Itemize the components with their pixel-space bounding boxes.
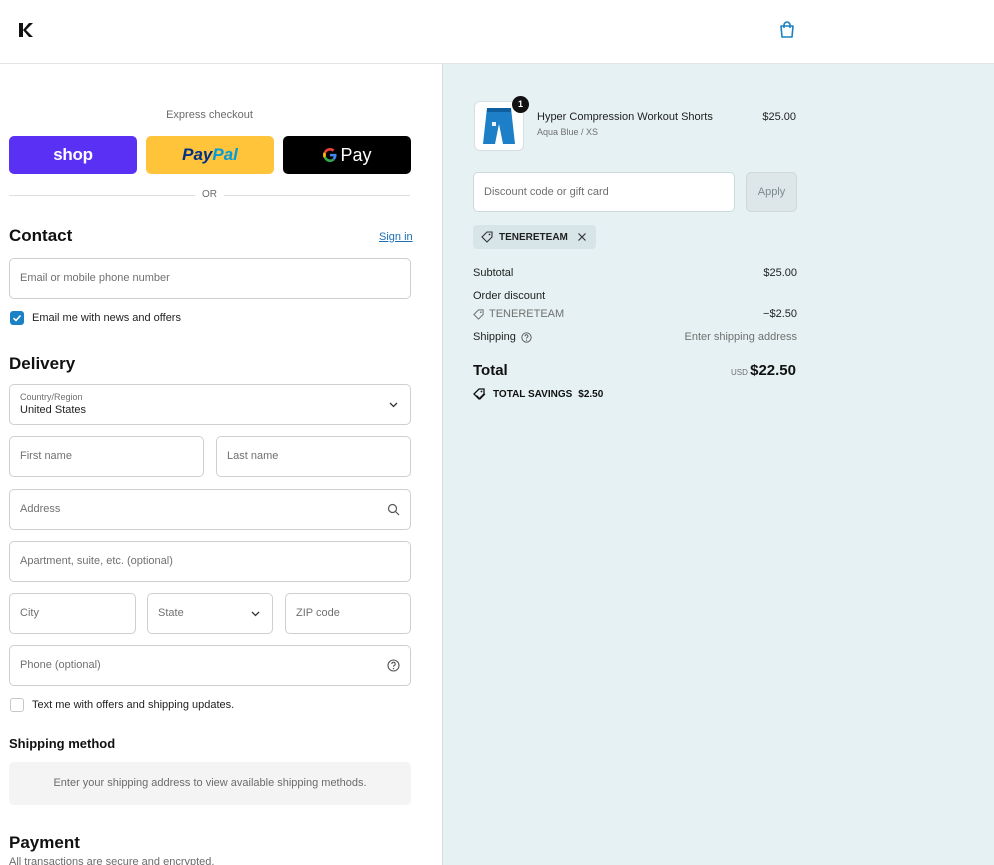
or-label: OR [202,189,217,200]
order-summary: 1 Hyper Compression Workout Shorts Aqua … [443,64,994,865]
subtotal-value: $25.00 [763,267,797,279]
paypal-label-b: Pal [212,145,238,164]
checkmark-icon [12,314,22,322]
discount-code-field[interactable]: Discount code or gift card [473,172,735,212]
last-name-placeholder: Last name [227,450,279,462]
zip-field[interactable]: ZIP code [285,593,411,634]
discount-code: TENERETEAM [489,308,565,320]
email-field[interactable]: Email or mobile phone number [9,258,411,299]
paypal-label-a: Pay [182,145,213,164]
product-variant: Aqua Blue / XS [537,127,599,137]
brand-k-logo-icon[interactable] [18,22,34,38]
contact-heading: Contact [9,226,73,245]
shipping-row: Shipping Enter shipping address [473,331,797,343]
shipping-method-placeholder: Enter your shipping address to view avai… [9,762,411,805]
delivery-heading: Delivery [9,354,76,373]
tag-icon [481,231,493,243]
order-discount-label: Order discount [473,290,546,302]
discount-placeholder: Discount code or gift card [484,186,609,198]
google-pay-button[interactable]: Pay [283,136,411,174]
zip-placeholder: ZIP code [296,607,340,619]
quantity-badge: 1 [512,96,529,113]
subtotal-row: Subtotal $25.00 [473,267,797,279]
search-icon [387,503,400,516]
newsletter-row[interactable]: Email me with news and offers [10,311,181,325]
first-name-placeholder: First name [20,450,72,462]
total-value: $22.50 [750,362,796,379]
discount-value: −$2.50 [763,308,797,320]
product-price: $25.00 [762,111,796,123]
express-checkout-label: Express checkout [166,109,253,121]
checkout-form: Express checkout shop Pay Pal Pay OR Cont… [0,64,443,865]
apartment-field[interactable]: Apartment, suite, etc. (optional) [9,541,411,582]
sms-label: Text me with offers and shipping updates… [32,699,235,711]
paypal-button[interactable]: Pay Pal [146,136,274,174]
subtotal-label: Subtotal [473,267,514,279]
shop-pay-label: shop [53,145,93,164]
newsletter-label: Email me with news and offers [32,312,181,324]
payment-heading: Payment [9,833,80,852]
discount-code-row: TENERETEAM −$2.50 [473,308,797,323]
product-title: Hyper Compression Workout Shorts [537,111,713,123]
applied-discount-tag: TENERETEAM [473,225,596,249]
city-field[interactable]: City [9,593,136,634]
state-placeholder: State [158,607,184,619]
order-discount-row: Order discount [473,290,797,302]
email-placeholder: Email or mobile phone number [20,272,170,284]
total-currency: USD [731,368,748,377]
newsletter-checkbox[interactable] [10,311,24,325]
sms-checkbox[interactable] [10,698,24,712]
total-label: Total [473,362,508,379]
chevron-down-icon [389,402,398,408]
city-placeholder: City [20,607,39,619]
shipping-method-heading: Shipping method [9,736,116,751]
shipping-value: Enter shipping address [684,331,797,343]
google-g-icon [323,148,337,162]
last-name-field[interactable]: Last name [216,436,411,477]
savings-label: TOTAL SAVINGS [493,388,573,400]
applied-code: TENERETEAM [499,231,568,243]
apply-button[interactable]: Apply [746,172,797,212]
or-divider: OR [9,189,410,203]
first-name-field[interactable]: First name [9,436,204,477]
sms-row[interactable]: Text me with offers and shipping updates… [10,698,234,712]
tag-icon [473,308,484,320]
state-select[interactable]: State [147,593,273,634]
payment-note: All transactions are secure and encrypte… [9,856,215,865]
savings-value: $2.50 [578,388,604,400]
tag-icon [473,388,486,400]
shipping-label: Shipping [473,331,516,343]
address-placeholder: Address [20,503,61,515]
shop-pay-button[interactable]: shop [9,136,137,174]
country-label: Country/Region [20,392,83,402]
apartment-placeholder: Apartment, suite, etc. (optional) [20,555,173,567]
sign-in-link[interactable]: Sign in [379,231,413,243]
address-field[interactable]: Address [9,489,411,530]
help-circle-icon[interactable] [521,331,532,343]
country-value: United States [20,404,87,416]
country-select[interactable]: Country/Region United States [9,384,411,425]
help-circle-icon[interactable] [387,659,400,672]
total-savings-row: TOTAL SAVINGS $2.50 [473,388,603,400]
close-icon[interactable] [576,231,588,243]
phone-field[interactable]: Phone (optional) [9,645,411,686]
chevron-down-icon [251,611,260,617]
header [0,0,994,64]
shopping-bag-icon[interactable] [777,20,797,40]
phone-placeholder: Phone (optional) [20,659,101,671]
google-pay-label: Pay [340,144,372,165]
